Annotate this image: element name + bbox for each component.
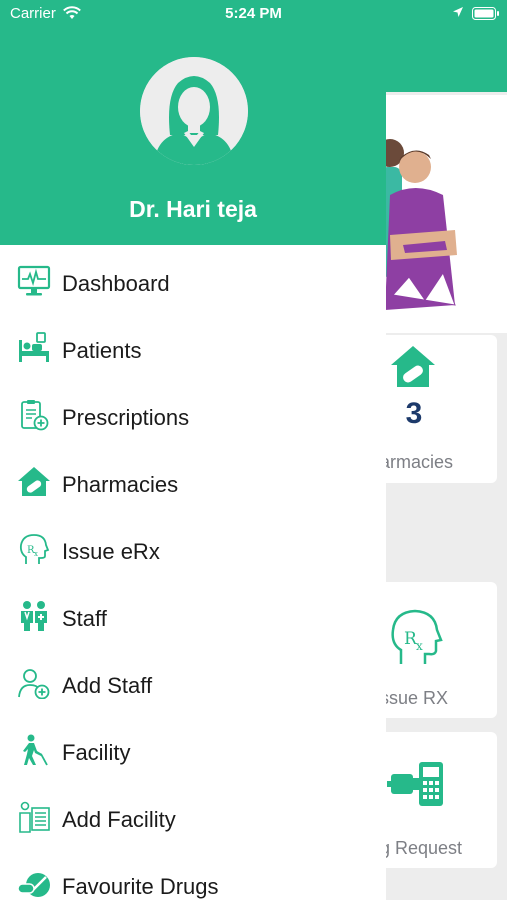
menu-item-label: Dashboard [62, 271, 170, 296]
menu-item-issue-erx[interactable]: R x Issue eRx [0, 519, 386, 579]
drawer-header: Dr. Hari teja [0, 28, 386, 245]
pharmacies-card-label: armacies [380, 452, 454, 472]
menu-item-patients[interactable]: Patients [0, 318, 386, 378]
menu-item-add-staff[interactable]: Add Staff [0, 653, 386, 713]
doctor-avatar[interactable] [140, 57, 248, 165]
menu-item-favourite-drugs[interactable]: Favourite Drugs [0, 854, 386, 900]
menu-item-label: Favourite Drugs [62, 874, 219, 899]
menu-item-dashboard[interactable]: Dashboard [0, 251, 386, 311]
menu-item-label: Add Facility [62, 807, 176, 832]
status-bar: Carrier 5:24 PM [0, 0, 507, 28]
female-doctor-avatar-icon [140, 57, 248, 165]
side-drawer: Dr. Hari teja Dashboard Patients Prescri… [0, 28, 386, 900]
add-person-icon [18, 669, 50, 699]
menu-item-label: Facility [62, 740, 131, 765]
svg-text:x: x [34, 550, 38, 558]
menu-item-label: Issue eRx [62, 539, 160, 564]
pharmacy-house-icon [18, 467, 50, 496]
rx-head-icon: R x [19, 534, 50, 564]
menu-item-staff[interactable]: Staff [0, 586, 386, 646]
svg-text:x: x [416, 639, 423, 653]
menu-item-label: Prescriptions [62, 405, 190, 430]
pharmacy-house-icon [391, 346, 435, 387]
battery-icon [472, 7, 499, 20]
location-arrow-icon [453, 7, 463, 17]
issue-rx-card-label: ssue RX [380, 688, 449, 708]
hospital-bed-icon [19, 332, 49, 362]
menu-item-label: Staff [62, 606, 107, 631]
doctors-banner-image [385, 95, 507, 333]
walking-person-icon [23, 734, 48, 766]
clock: 5:24 PM [225, 5, 282, 22]
menu-item-label: Add Staff [62, 673, 153, 698]
pharmacies-card[interactable]: 3 armacies [380, 335, 497, 483]
staff-people-icon [21, 601, 47, 631]
request-card[interactable]: g Request [380, 732, 497, 868]
menu-item-label: Patients [62, 338, 142, 363]
monitor-icon [17, 265, 51, 296]
request-card-label: g Request [380, 838, 463, 858]
rx-head-icon: R x [391, 609, 443, 664]
pharmacies-count: 3 [405, 397, 423, 430]
menu-item-prescriptions[interactable]: Prescriptions [0, 385, 386, 445]
pill-icon [17, 873, 50, 897]
drug-request-icon [387, 762, 443, 806]
menu-item-label: Pharmacies [62, 472, 179, 497]
issue-rx-card[interactable]: R x ssue RX [380, 582, 497, 718]
prescription-clipboard-icon [21, 400, 49, 431]
menu-item-facility[interactable]: Facility [0, 720, 386, 780]
menu-item-add-facility[interactable]: Add Facility [0, 787, 386, 847]
menu-item-pharmacies[interactable]: Pharmacies [0, 452, 386, 512]
doctor-name: Dr. Hari teja [129, 196, 257, 222]
facility-list-icon [19, 801, 50, 833]
